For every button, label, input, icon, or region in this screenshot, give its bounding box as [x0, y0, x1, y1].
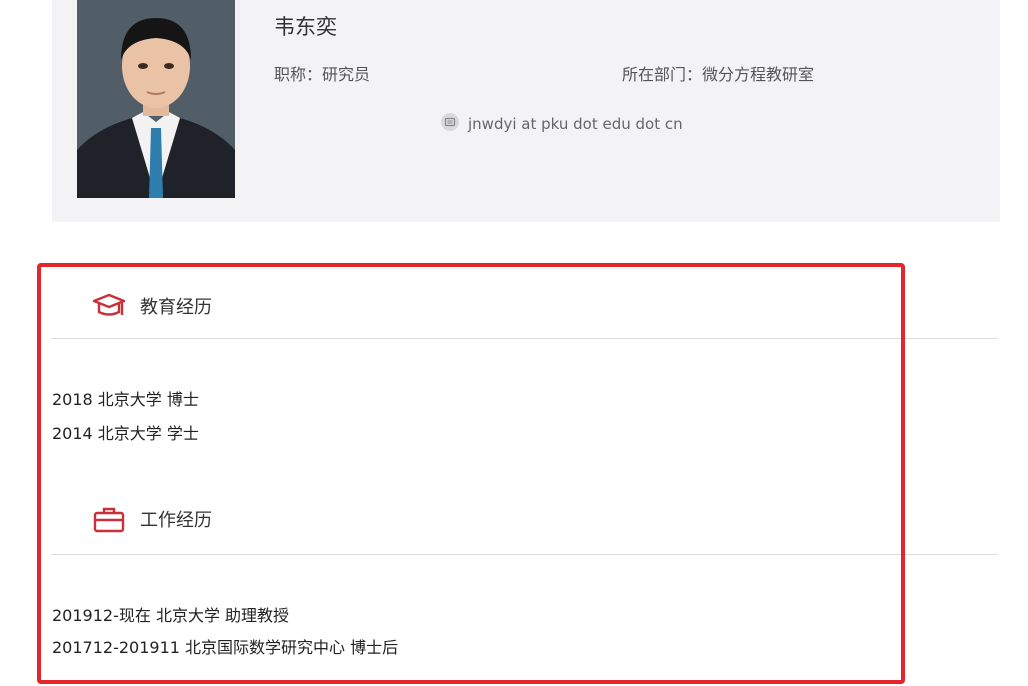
profile-photo — [77, 0, 235, 198]
email-text: jnwdyi at pku dot edu dot cn — [468, 115, 683, 133]
mail-icon — [440, 112, 460, 136]
job-title: 职称：研究员 — [274, 65, 371, 84]
highlight-frame — [37, 263, 905, 684]
person-name: 韦东奕 — [274, 15, 337, 39]
department: 所在部门：微分方程教研室 — [622, 65, 815, 84]
email-row: jnwdyi at pku dot edu dot cn — [440, 113, 683, 135]
